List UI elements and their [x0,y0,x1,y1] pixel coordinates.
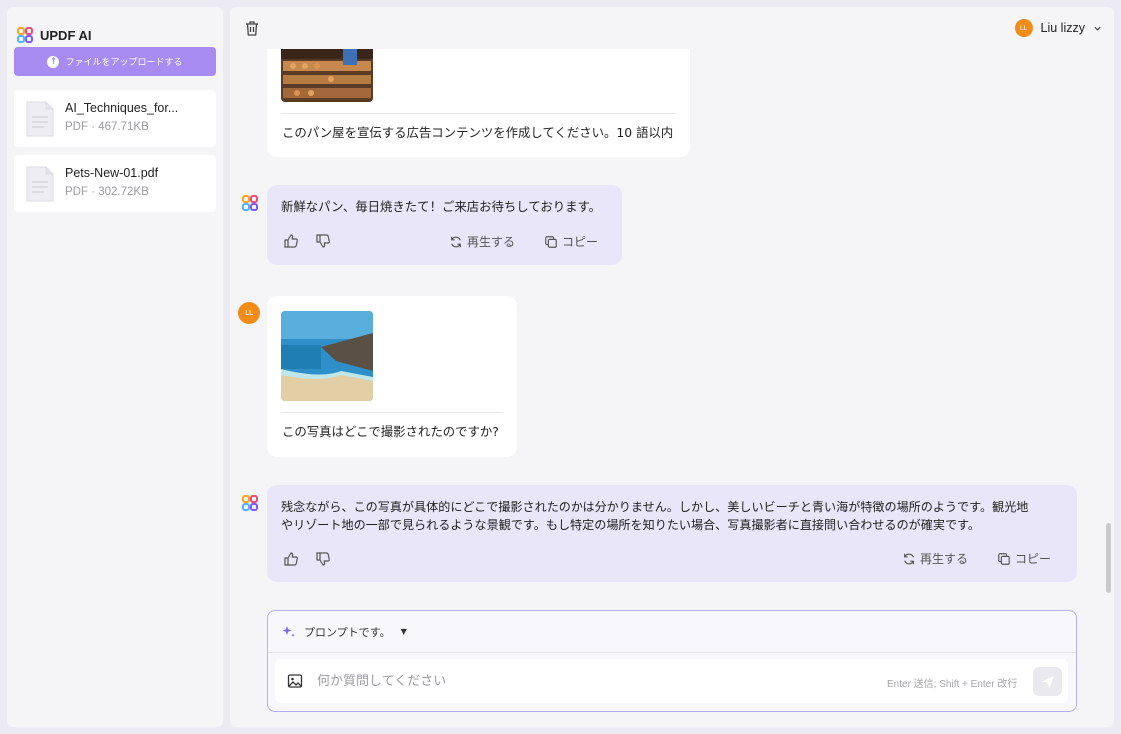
copy-label: コピー [1015,552,1052,566]
user-message-text: この写真はどこで撮影されたのですか? [282,424,499,439]
chat-panel: このパン屋を宣伝する広告コンテンツを作成してください。10 語以内 新鮮なパン、… [230,7,1114,727]
ai-message: 残念ながら、この写真が具体的にどこで撮影されたのかは分かりません。しかし、美しい… [267,485,1077,582]
scrollbar[interactable] [1106,523,1111,593]
file-meta: PDF · 467.71KB [65,121,149,133]
file-item[interactable]: Pets-New-01.pdf PDF · 302.72KB [14,155,216,212]
beach-photo [281,311,373,401]
top-bar: LL Liu lizzy [230,7,1114,49]
user-avatar: LL [1014,19,1033,37]
refresh-icon [904,553,914,564]
user-avatar: LL [238,302,260,324]
thumbs-down-icon[interactable] [315,233,331,249]
file-name: AI_Techniques_for... [65,101,179,115]
user-name: Liu lizzy [1040,21,1085,35]
copy-button[interactable]: コピー [997,550,1051,567]
user-message: この写真はどこで撮影されたのですか? [267,296,517,457]
ai-message: 新鮮なパン、毎日焼きたて！ご来店お待ちしております。 再生する コピー [267,185,622,265]
user-menu[interactable]: LL Liu lizzy [1014,19,1102,37]
composer: プロンプトです。 ▼ Enter 送信; Shift + Enter 改行 [267,610,1077,712]
sparkle-icon [282,625,296,637]
divider [281,412,503,413]
regenerate-label: 再生する [467,235,516,249]
brand-name: UPDF AI [40,27,92,43]
upload-file-button[interactable]: ↑ ファイルをアップロードする [14,47,216,76]
refresh-icon [451,236,461,247]
thumbs-down-icon[interactable] [315,551,331,567]
ai-message-text-line1: 残念ながら、この写真が具体的にどこで撮影されたのかは分かりません。しかし、美しい… [281,500,1029,514]
regenerate-label: 再生する [920,552,969,566]
question-input[interactable] [317,668,837,694]
regenerate-button[interactable]: 再生する [902,550,968,567]
trash-icon[interactable] [244,20,260,37]
file-item[interactable]: AI_Techniques_for... PDF · 467.71KB [14,90,216,147]
image-upload-icon[interactable] [287,673,303,689]
file-name: Pets-New-01.pdf [65,166,159,180]
copy-label: コピー [562,235,599,249]
sidebar: UPDF AI ↑ ファイルをアップロードする AI_Techniques_fo… [7,7,223,727]
send-button[interactable] [1033,667,1062,696]
prompt-selector[interactable]: プロンプトです。 ▼ [268,611,1076,653]
prompt-label: プロンプトです。 [304,625,391,639]
copy-icon [998,552,1010,565]
updf-ai-avatar-icon [242,495,258,511]
copy-icon [545,235,557,248]
brand: UPDF AI [17,25,92,45]
copy-button[interactable]: コピー [544,233,598,250]
ai-message-text: 新鮮なパン、毎日焼きたて！ご来店お待ちしております。 [281,199,602,214]
chevron-down-icon [1094,26,1101,31]
divider [281,113,676,114]
keyboard-hint: Enter 送信; Shift + Enter 改行 [887,679,1018,690]
updf-logo-icon [17,27,33,43]
thumbs-up-icon[interactable] [283,233,299,249]
thumbs-up-icon[interactable] [283,551,299,567]
updf-ai-avatar-icon [242,195,258,211]
send-icon [1041,675,1054,688]
file-meta: PDF · 302.72KB [65,186,149,198]
upload-label: ファイルをアップロードする [65,58,183,68]
regenerate-button[interactable]: 再生する [449,233,515,250]
ai-message-text-line2: やリゾート地の一部で見られるような景観です。もし特定の場所を知りたい場合、写真撮… [281,518,981,532]
caret-down-icon: ▼ [400,627,407,636]
document-icon [26,101,54,137]
document-icon [26,166,54,202]
upload-arrow-icon: ↑ [47,55,60,68]
user-message-text: このパン屋を宣伝する広告コンテンツを作成してください。10 語以内 [282,125,674,140]
input-area: Enter 送信; Shift + Enter 改行 [275,659,1068,703]
